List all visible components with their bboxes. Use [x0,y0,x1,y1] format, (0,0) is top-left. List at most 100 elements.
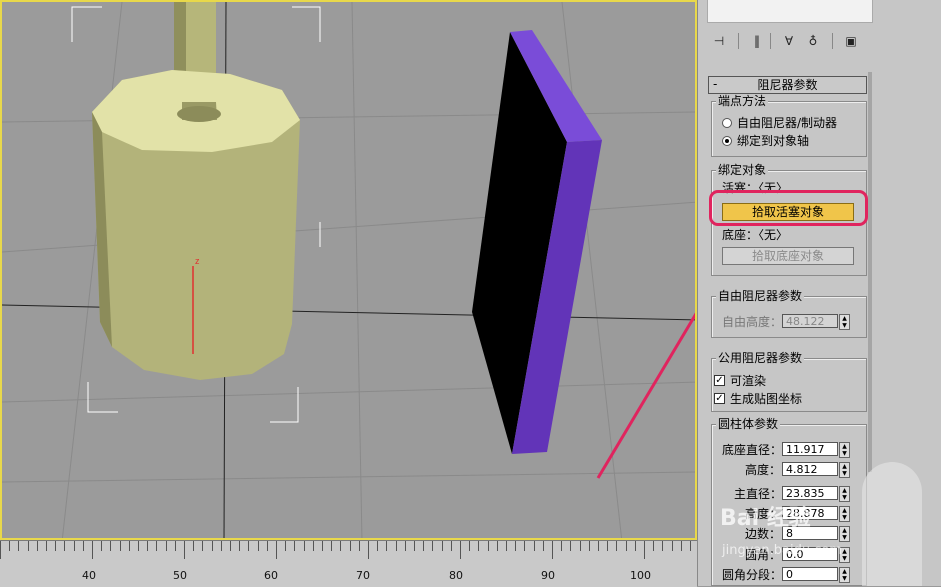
ruler-minor-tick [653,541,655,551]
mapping-coords-checkbox[interactable]: ✓ [714,393,725,404]
ruler-minor-tick [533,541,535,551]
group-title: 端点方法 [716,94,769,108]
ruler-minor-tick [147,541,149,551]
ruler-minor-tick [414,541,415,551]
ruler-minor-tick [174,541,176,551]
remove-modifier-icon[interactable]: ♁ [804,32,822,50]
watermark-glare [862,462,922,586]
base-diameter-field[interactable]: 11.917 [782,442,838,456]
pick-piston-highlight [709,190,868,226]
ruler-minor-tick [276,541,277,559]
free-height-field[interactable]: 48.122 [782,314,838,328]
axis-z-label: z [195,256,200,266]
modifier-list-box[interactable] [707,0,873,23]
ruler-minor-tick [552,541,553,559]
spinner-arrows-icon[interactable]: ▲ ▼ [839,486,850,502]
ruler-minor-tick [0,541,1,559]
ruler-minor-tick [82,541,84,551]
ruler-minor-tick [506,541,507,551]
perspective-viewport[interactable]: z [0,0,697,540]
ruler-minor-tick [101,541,103,551]
ruler-minor-tick [441,541,443,551]
ruler-minor-tick [128,541,130,551]
base-height-field[interactable]: 4.812 [782,462,838,476]
ruler-minor-tick [616,541,618,551]
board-object [472,30,602,454]
ruler-minor-tick [423,541,425,551]
rollout-title: 阻尼器参数 [757,78,818,92]
annotation-arrow [596,312,695,479]
damper-rollout-header[interactable]: - 阻尼器参数 [708,76,867,94]
ruler-minor-tick [303,541,305,551]
ruler-minor-tick [469,541,471,551]
mapping-coords-label: 生成贴图坐标 [730,392,803,406]
ruler-tick: 90 [541,569,555,582]
spinner-arrows-icon[interactable]: ▲ ▼ [839,526,850,542]
ruler-minor-tick [294,541,296,551]
bind-to-object-radio[interactable] [722,136,732,146]
spinner-arrows-icon[interactable]: ▲ ▼ [839,506,850,522]
pick-base-button[interactable]: 拾取底座对象 [722,247,854,265]
timeline-ruler[interactable]: 40 50 60 70 80 90 100 [0,540,701,587]
spinner-arrows-icon[interactable]: ▲ ▼ [839,567,850,583]
free-damper-radio[interactable] [722,118,732,128]
ruler-tick: 50 [173,569,187,582]
group-title: 自由阻尼器参数 [716,289,805,303]
spinner-arrows-icon[interactable]: ▲ ▼ [839,442,850,458]
ruler-minor-tick [193,541,195,551]
ruler-minor-tick [119,541,121,551]
free-height-label: 自由高度： [722,315,783,329]
fillet-segments-field[interactable]: 0 [782,567,838,581]
main-diameter-field[interactable]: 23.835 [782,486,838,500]
ruler-minor-tick [386,541,388,551]
panel-scrollbar[interactable] [868,72,872,472]
ruler-minor-tick [73,541,75,551]
ruler-minor-tick [680,541,682,551]
ruler-minor-tick [110,541,112,551]
ruler-minor-tick [496,541,498,551]
ruler-tick: 100 [630,569,651,582]
ruler-tick: 70 [356,569,370,582]
ruler-minor-tick [55,541,57,551]
ruler-minor-tick [9,541,11,551]
spinner-arrows-icon[interactable]: ▲ ▼ [839,462,850,478]
ruler-minor-tick [248,541,250,551]
ruler-minor-tick [579,541,581,551]
modifier-stack-icon[interactable]: ‖ [748,32,766,50]
ruler-minor-tick [257,541,259,551]
ruler-minor-tick [18,541,20,551]
watermark-url: jingyan.baidu.com [722,543,842,558]
ruler-tick: 60 [264,569,278,582]
pin-stack-icon[interactable]: ⊣ [710,32,728,50]
configure-sets-icon[interactable]: ▣ [842,32,860,50]
ruler-minor-tick [322,541,323,551]
ruler-minor-tick [230,541,231,551]
ruler-minor-tick [156,541,158,551]
ruler-minor-tick [690,541,691,551]
watermark-logo: Bai 经验 [720,506,811,531]
ruler-minor-tick [285,541,287,551]
ruler-minor-tick [561,541,563,551]
spinner-arrows-icon[interactable]: ▲ ▼ [839,314,850,330]
ruler-minor-tick [220,541,222,551]
ruler-minor-tick [138,541,139,551]
ruler-minor-tick [515,541,517,551]
ruler-minor-tick [542,541,544,551]
viewport-scene: z [2,2,695,538]
renderable-checkbox[interactable]: ✓ [714,375,725,386]
ruler-minor-tick [92,541,93,559]
ruler-minor-tick [368,541,369,559]
ruler-minor-tick [487,541,489,551]
ruler-minor-tick [570,541,572,551]
ruler-minor-tick [450,541,452,551]
make-unique-icon[interactable]: ∀ [780,32,798,50]
ruler-minor-tick [634,541,636,551]
ruler-minor-tick [358,541,360,551]
ruler-minor-tick [588,541,590,551]
base-height-label: 高度： [745,463,782,477]
ruler-minor-tick [598,541,599,551]
ruler-minor-tick [340,541,342,551]
base-diameter-label: 底座直径： [722,443,783,457]
main-diameter-label: 主直径： [734,487,783,501]
fillet-segments-label: 圆角分段： [722,568,783,582]
